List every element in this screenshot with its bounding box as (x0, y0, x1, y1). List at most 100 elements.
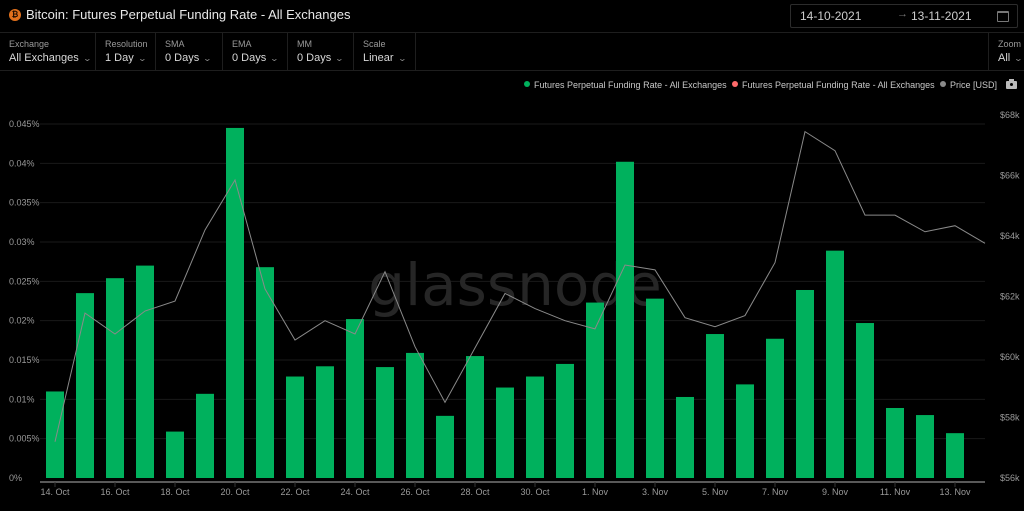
funding-rate-bar[interactable] (316, 366, 334, 478)
x-axis-tick-label: 26. Oct (400, 487, 430, 497)
funding-rate-bar[interactable] (76, 293, 94, 478)
legend-label: Futures Perpetual Funding Rate - All Exc… (742, 80, 935, 90)
mm-label: MM (297, 39, 312, 49)
resolution-dropdown[interactable]: Resolution 1 Day ⌄ (96, 33, 156, 70)
funding-rate-bar[interactable] (136, 265, 154, 478)
zoom-value: All (998, 52, 1011, 64)
funding-rate-bar[interactable] (856, 323, 874, 478)
x-axis-tick-label: 20. Oct (220, 487, 250, 497)
funding-rate-bar[interactable] (346, 319, 364, 478)
scale-label: Scale (363, 39, 386, 49)
chevron-down-icon: ⌄ (397, 54, 407, 63)
legend-dot-icon (940, 81, 946, 87)
x-axis-tick-label: 28. Oct (460, 487, 490, 497)
date-to-input[interactable]: 13-11-2021 (911, 9, 972, 23)
legend-dot-icon (732, 81, 738, 87)
funding-rate-bar[interactable] (196, 393, 214, 478)
y-axis-tick-label: 0.02% (9, 316, 35, 326)
chevron-down-icon: ⌄ (202, 54, 213, 63)
y2-axis-tick-label: $56k (1000, 473, 1020, 483)
y2-axis-tick-label: $64k (1000, 231, 1020, 241)
x-axis-tick-label: 14. Oct (40, 487, 70, 497)
resolution-label: Resolution (105, 39, 148, 49)
funding-rate-bar[interactable] (676, 396, 694, 478)
resolution-value: 1 Day (105, 52, 134, 64)
exchange-value: All Exchanges (9, 52, 79, 64)
bitcoin-icon: ₿ (9, 9, 21, 21)
funding-rate-bar[interactable] (406, 352, 424, 478)
y-axis-tick-label: 0.01% (9, 394, 35, 404)
x-axis-tick-label: 7. Nov (762, 487, 789, 497)
funding-rate-bar[interactable] (916, 415, 934, 478)
x-axis-tick-label: 5. Nov (702, 487, 729, 497)
sma-value: 0 Days (165, 52, 200, 64)
funding-rate-bar[interactable] (376, 367, 394, 478)
ema-dropdown[interactable]: EMA 0 Days ⌄ (223, 33, 288, 70)
legend-item-funding-rate[interactable]: Futures Perpetual Funding Rate - All Exc… (524, 80, 727, 94)
funding-rate-bar[interactable] (556, 363, 574, 478)
funding-rate-bar[interactable] (826, 250, 844, 478)
funding-rate-bar[interactable] (466, 356, 484, 478)
legend-item-funding-rate-negative[interactable]: Futures Perpetual Funding Rate - All Exc… (732, 80, 935, 94)
x-axis-tick-label: 30. Oct (520, 487, 550, 497)
mm-dropdown[interactable]: MM 0 Days ⌄ (288, 33, 354, 70)
x-axis-tick-label: 22. Oct (280, 487, 310, 497)
date-range-picker[interactable]: 14-10-2021 → 13-11-2021 (790, 4, 1018, 28)
y-axis-tick-label: 0.045% (9, 119, 40, 129)
calendar-icon[interactable] (997, 11, 1009, 22)
mm-value: 0 Days (297, 52, 332, 64)
page-title: Bitcoin: Futures Perpetual Funding Rate … (26, 7, 351, 22)
title-bar: ₿ Bitcoin: Futures Perpetual Funding Rat… (0, 0, 1024, 32)
funding-rate-bar[interactable] (526, 376, 544, 478)
funding-rate-bar[interactable] (46, 391, 64, 478)
y2-axis-tick-label: $66k (1000, 171, 1020, 181)
funding-rate-bar[interactable] (166, 431, 184, 478)
y2-axis-tick-label: $60k (1000, 352, 1020, 362)
chevron-down-icon: ⌄ (1013, 54, 1024, 63)
x-axis-tick-label: 13. Nov (939, 487, 971, 497)
legend-label: Price [USD] (950, 80, 998, 90)
chevron-down-icon: ⌄ (269, 54, 280, 63)
funding-rate-bar[interactable] (106, 278, 124, 478)
funding-rate-bar[interactable] (286, 376, 304, 478)
y2-axis-tick-label: $68k (1000, 110, 1020, 120)
zoom-dropdown[interactable]: Zoom All ⌄ (988, 33, 1024, 70)
funding-rate-bar[interactable] (886, 407, 904, 478)
x-axis-tick-label: 1. Nov (582, 487, 609, 497)
legend-dot-icon (524, 81, 530, 87)
funding-rate-chart: glassnode 0%0.005%0.01%0.015%0.02%0.025%… (9, 110, 1020, 497)
y-axis-tick-label: 0.035% (9, 198, 40, 208)
x-axis-tick-label: 18. Oct (160, 487, 190, 497)
scale-dropdown[interactable]: Scale Linear ⌄ (354, 33, 416, 70)
exchange-dropdown[interactable]: Exchange All Exchanges ⌄ (0, 33, 96, 70)
x-axis-tick-label: 3. Nov (642, 487, 669, 497)
y-axis-tick-label: 0.005% (9, 434, 40, 444)
x-axis-tick-label: 9. Nov (822, 487, 849, 497)
date-from-input[interactable]: 14-10-2021 (800, 9, 861, 23)
y-axis-tick-label: 0.04% (9, 158, 35, 168)
exchange-label: Exchange (9, 39, 50, 49)
sma-label: SMA (165, 39, 185, 49)
funding-rate-bar[interactable] (646, 298, 664, 478)
y-axis-tick-label: 0.015% (9, 355, 40, 365)
x-axis-tick-label: 11. Nov (880, 487, 911, 497)
funding-rate-bar[interactable] (796, 289, 814, 478)
funding-rate-bar[interactable] (496, 387, 514, 478)
scale-value: Linear (363, 52, 394, 64)
y-axis-tick-label: 0.025% (9, 276, 40, 286)
funding-rate-bar[interactable] (766, 338, 784, 478)
funding-rate-bar[interactable] (736, 384, 754, 478)
y-axis-tick-label: 0% (9, 473, 22, 483)
y2-axis-tick-label: $62k (1000, 292, 1020, 302)
funding-rate-bar[interactable] (616, 161, 634, 478)
chevron-down-icon: ⌄ (137, 54, 147, 63)
x-axis-tick-label: 24. Oct (340, 487, 370, 497)
funding-rate-bar[interactable] (946, 433, 964, 478)
y2-axis-tick-label: $58k (1000, 413, 1020, 423)
funding-rate-bar[interactable] (436, 415, 454, 478)
camera-icon[interactable] (1006, 79, 1017, 89)
funding-rate-bar[interactable] (706, 334, 724, 478)
legend-item-price[interactable]: Price [USD] (940, 80, 997, 94)
sma-dropdown[interactable]: SMA 0 Days ⌄ (156, 33, 223, 70)
ema-label: EMA (232, 39, 252, 49)
